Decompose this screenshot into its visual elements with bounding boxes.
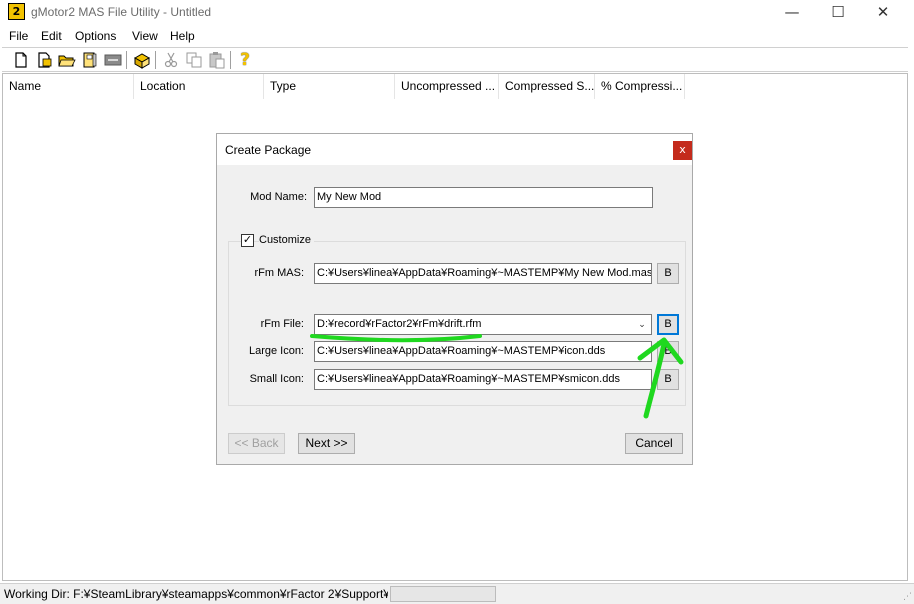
next-button[interactable]: Next >>: [298, 433, 355, 454]
toolbar: ?: [2, 47, 908, 72]
menu-help[interactable]: Help: [170, 29, 195, 43]
title-bar: 2 gMotor2 MAS File Utility - Untitled — …: [0, 0, 914, 26]
back-button[interactable]: << Back: [228, 433, 285, 454]
cut-icon[interactable]: [162, 51, 180, 69]
disk-drive-icon[interactable]: [104, 51, 122, 69]
paste-icon[interactable]: [208, 51, 226, 69]
column-header-compression-pct[interactable]: % Compressi...: [595, 74, 685, 99]
rfm-mas-browse-button[interactable]: B: [657, 263, 679, 284]
large-icon-input[interactable]: C:¥Users¥linea¥AppData¥Roaming¥~MASTEMP¥…: [314, 341, 652, 362]
new-package-icon[interactable]: [35, 51, 53, 69]
rfm-file-value: D:¥record¥rFactor2¥rFm¥drift.rfm: [317, 318, 482, 330]
maximize-button[interactable]: ☐: [815, 0, 861, 26]
column-header-type[interactable]: Type: [264, 74, 395, 99]
window-title: gMotor2 MAS File Utility - Untitled: [31, 5, 212, 19]
resize-grip-icon[interactable]: ⋰: [903, 591, 912, 602]
small-icon-input[interactable]: C:¥Users¥linea¥AppData¥Roaming¥~MASTEMP¥…: [314, 369, 652, 390]
dialog-close-button[interactable]: x: [673, 141, 692, 160]
status-progress-bar: [390, 586, 496, 602]
dialog-title-bar: Create Package x: [217, 134, 692, 165]
open-folder-icon[interactable]: [58, 51, 76, 69]
mod-name-input[interactable]: My New Mod: [314, 187, 653, 208]
column-header-name[interactable]: Name: [3, 74, 134, 99]
help-icon[interactable]: ?: [236, 51, 254, 69]
working-dir-text: Working Dir: F:¥SteamLibrary¥steamapps¥c…: [4, 587, 388, 601]
rfm-file-label: rFm File:: [260, 318, 304, 330]
small-icon-label: Small Icon:: [249, 373, 304, 385]
customize-label: Customize: [259, 234, 314, 246]
extract-icon[interactable]: [133, 51, 151, 69]
column-header-uncompressed[interactable]: Uncompressed ...: [395, 74, 499, 99]
menu-edit[interactable]: Edit: [41, 29, 62, 43]
cancel-button[interactable]: Cancel: [625, 433, 683, 454]
menu-bar: File Edit Options View Help: [0, 26, 914, 46]
rfm-file-combo[interactable]: D:¥record¥rFactor2¥rFm¥drift.rfm ⌄: [314, 314, 652, 335]
mod-name-label: Mod Name:: [250, 191, 307, 203]
create-package-dialog: Create Package x Mod Name: My New Mod ✓ …: [216, 133, 693, 465]
customize-checkbox[interactable]: ✓: [241, 234, 254, 247]
column-header-location[interactable]: Location: [134, 74, 264, 99]
save-icon[interactable]: [81, 51, 99, 69]
status-bar: Working Dir: F:¥SteamLibrary¥steamapps¥c…: [0, 583, 914, 604]
minimize-button[interactable]: —: [769, 0, 815, 26]
close-button[interactable]: ✕: [860, 0, 906, 26]
rfm-mas-input[interactable]: C:¥Users¥linea¥AppData¥Roaming¥~MASTEMP¥…: [314, 263, 652, 284]
rfm-mas-label: rFm MAS:: [254, 267, 305, 279]
large-icon-browse-button[interactable]: B: [657, 341, 679, 362]
menu-file[interactable]: File: [9, 29, 28, 43]
rfm-file-browse-button[interactable]: B: [657, 314, 679, 335]
menu-options[interactable]: Options: [75, 29, 116, 43]
toolbar-separator: [155, 51, 156, 69]
small-icon-browse-button[interactable]: B: [657, 369, 679, 390]
copy-icon[interactable]: [185, 51, 203, 69]
menu-view[interactable]: View: [132, 29, 158, 43]
dialog-title: Create Package: [225, 143, 312, 157]
new-file-icon[interactable]: [12, 51, 30, 69]
toolbar-separator: [230, 51, 231, 69]
toolbar-separator: [126, 51, 127, 69]
chevron-down-icon[interactable]: ⌄: [635, 315, 649, 334]
large-icon-label: Large Icon:: [248, 345, 304, 357]
app-icon: 2: [8, 3, 25, 20]
column-header-compressed[interactable]: Compressed S...: [499, 74, 595, 99]
